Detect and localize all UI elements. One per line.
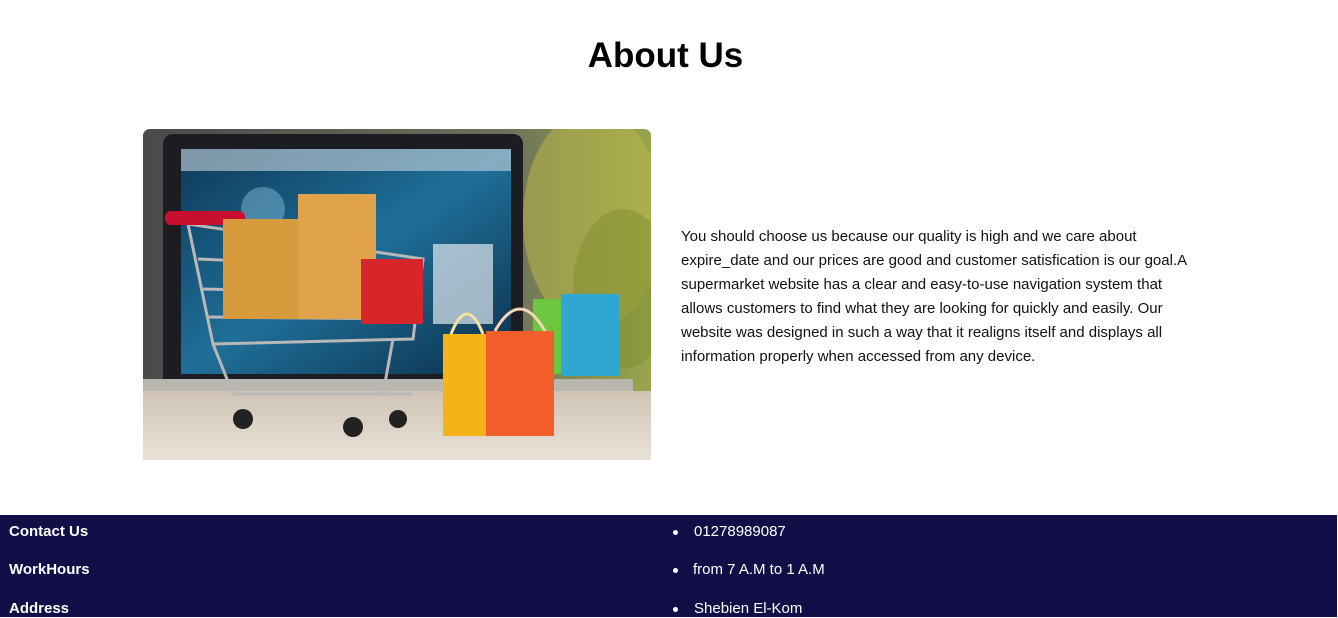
phone-number: 01278989087	[694, 523, 786, 540]
shopping-cart-image	[143, 129, 651, 460]
workhours-value: from 7 A.M to 1 A.M	[693, 561, 825, 578]
address-label: Address	[9, 600, 70, 617]
footer-row-contact: Contact Us 01278989087	[0, 521, 1337, 543]
contact-label: Contact Us	[9, 523, 89, 540]
bullet-icon	[673, 530, 678, 535]
about-description: You should choose us because our quality…	[681, 228, 1187, 365]
address-value: Shebien El-Kom	[694, 600, 803, 617]
workhours-label: WorkHours	[9, 561, 90, 578]
bullet-icon	[673, 568, 678, 573]
footer-row-address: Address Shebien El-Kom	[0, 598, 1337, 618]
about-page: About Us You should choose us because ou…	[0, 0, 1338, 618]
bullet-icon	[673, 607, 678, 612]
footer: Contact Us 01278989087 WorkHours from 7 …	[0, 515, 1337, 617]
page-title: About Us	[587, 36, 744, 75]
footer-row-workhours: WorkHours from 7 A.M to 1 A.M	[0, 559, 1337, 581]
